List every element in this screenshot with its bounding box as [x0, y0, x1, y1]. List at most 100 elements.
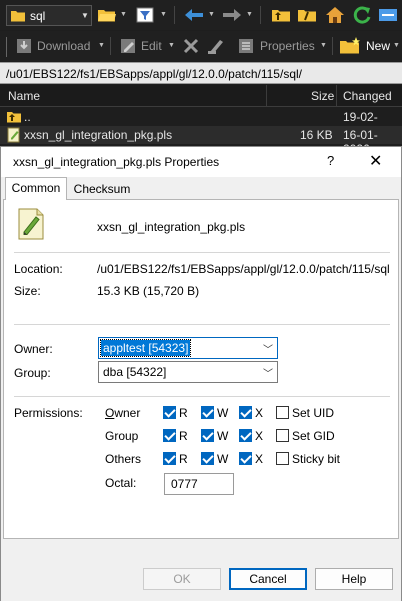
chevron-down-icon[interactable]: ▼	[320, 42, 327, 49]
chevron-down-icon: ▼	[81, 11, 89, 20]
download-button[interactable]: Download	[37, 39, 90, 53]
chevron-down-icon[interactable]: ▼	[120, 11, 127, 18]
rename-icon[interactable]	[206, 36, 228, 56]
main-toolbar: sql ▼ ▼ ▼ ▼ ▼	[0, 0, 402, 30]
tab-checksum[interactable]: Checksum	[71, 179, 133, 199]
location-label: Location:	[14, 262, 63, 276]
chevron-down-icon[interactable]: ﹀	[263, 341, 273, 356]
chevron-down-icon[interactable]: ▼	[246, 11, 253, 18]
sticky-bit-checkbox[interactable]	[276, 452, 289, 465]
read-label: R	[179, 429, 188, 443]
others-execute-checkbox[interactable]	[239, 452, 252, 465]
properties-icon[interactable]	[236, 36, 256, 56]
execute-label: X	[255, 452, 264, 466]
read-label: R	[179, 406, 188, 420]
size-label: Size:	[14, 284, 41, 298]
file-name-label: xxsn_gl_integration_pkg.pls	[97, 220, 246, 234]
chevron-down-icon[interactable]: ▼	[168, 42, 175, 49]
owner-value: appltest [54323]	[99, 339, 192, 357]
root-folder-icon[interactable]	[296, 5, 318, 25]
perm-owner-label: Owner	[105, 406, 141, 420]
sync-icon[interactable]	[376, 5, 400, 25]
cancel-button[interactable]: Cancel	[229, 568, 307, 590]
refresh-icon[interactable]	[350, 5, 374, 25]
file-row[interactable]: xxsn_gl_integration_pkg.pls 16 KB 16-01-…	[0, 126, 402, 156]
owner-read-checkbox[interactable]	[163, 406, 176, 419]
dialog-titlebar[interactable]: xxsn_gl_integration_pkg.pls Properties ?…	[1, 147, 401, 177]
others-read-checkbox[interactable]	[163, 452, 176, 465]
chevron-down-icon[interactable]: ▼	[160, 11, 167, 18]
write-label: W	[217, 429, 229, 443]
set-gid-checkbox[interactable]	[276, 429, 289, 442]
set-gid-label: Set GID	[292, 429, 335, 443]
group-select[interactable]: dba [54322] ﹀	[98, 361, 278, 383]
dialog-tabs: Common Checksum	[1, 177, 401, 200]
group-execute-checkbox[interactable]	[239, 429, 252, 442]
download-icon[interactable]	[14, 36, 34, 56]
folder-combo[interactable]: sql ▼	[6, 5, 92, 26]
file-row[interactable]: .. 19-02-2024	[0, 108, 402, 138]
file-list-header: Name Size Changed	[0, 85, 402, 107]
perm-group-label: Group	[105, 429, 139, 443]
others-write-checkbox[interactable]	[201, 452, 214, 465]
owner-label: Owner:	[14, 342, 53, 356]
edit-button[interactable]: Edit	[141, 39, 162, 53]
text-file-icon	[7, 127, 20, 143]
size-value: 15.3 KB (15,720 B)	[97, 284, 200, 298]
octal-input[interactable]: 0777	[164, 473, 234, 495]
properties-dialog: xxsn_gl_integration_pkg.pls Properties ?…	[0, 146, 402, 601]
owner-select[interactable]: appltest [54323] ﹀	[98, 337, 278, 359]
column-changed[interactable]: Changed	[343, 89, 392, 103]
tab-common[interactable]: Common	[5, 177, 67, 200]
delete-icon[interactable]	[180, 36, 202, 56]
folder-combo-value: sql	[30, 8, 46, 23]
chevron-down-icon[interactable]: ﹀	[263, 365, 273, 380]
help-button[interactable]: Help	[315, 568, 393, 590]
file-toolbar: Download ▼ Edit ▼ Properties ▼ New ▼	[0, 31, 402, 61]
column-name[interactable]: Name	[8, 89, 40, 103]
parent-directory-icon	[7, 112, 21, 123]
file-name: ..	[24, 110, 31, 124]
close-icon[interactable]: ✕	[369, 151, 382, 171]
perm-others-label: Others	[105, 452, 142, 466]
execute-label: X	[255, 406, 264, 420]
back-arrow-icon[interactable]	[182, 5, 206, 25]
group-read-checkbox[interactable]	[163, 429, 176, 442]
forward-arrow-icon[interactable]	[220, 5, 244, 25]
new-button[interactable]: New	[366, 39, 390, 53]
chevron-down-icon[interactable]: ▼	[393, 42, 400, 49]
open-folder-icon[interactable]	[96, 5, 118, 25]
folder-icon	[11, 11, 25, 22]
read-label: R	[179, 452, 188, 466]
dialog-footer: OK Cancel Help	[1, 541, 401, 601]
file-size: 16 KB	[300, 128, 333, 142]
text-file-icon	[18, 208, 44, 240]
address-bar[interactable]: /u01/EBS122/fs1/EBSapps/appl/gl/12.0.0/p…	[0, 62, 402, 84]
common-panel: xxsn_gl_integration_pkg.pls Location: /u…	[3, 199, 399, 539]
write-label: W	[217, 406, 229, 420]
dialog-title: xxsn_gl_integration_pkg.pls Properties	[13, 155, 220, 169]
sticky-bit-label: Sticky bit	[292, 452, 341, 466]
chevron-down-icon[interactable]: ▼	[208, 11, 215, 18]
edit-icon[interactable]	[118, 36, 138, 56]
column-size[interactable]: Size	[311, 89, 334, 103]
group-write-checkbox[interactable]	[201, 429, 214, 442]
execute-label: X	[255, 429, 264, 443]
group-label: Group:	[14, 366, 51, 380]
owner-execute-checkbox[interactable]	[239, 406, 252, 419]
set-uid-label: Set UID	[292, 406, 335, 420]
octal-label: Octal:	[105, 476, 137, 490]
group-value: dba [54322]	[103, 365, 167, 379]
file-name: xxsn_gl_integration_pkg.pls	[24, 128, 173, 142]
write-label: W	[217, 452, 229, 466]
owner-write-checkbox[interactable]	[201, 406, 214, 419]
chevron-down-icon[interactable]: ▼	[98, 42, 105, 49]
filter-icon[interactable]	[134, 5, 156, 25]
ok-button[interactable]: OK	[143, 568, 221, 590]
new-folder-icon[interactable]	[338, 36, 362, 56]
help-icon[interactable]: ?	[327, 153, 334, 168]
parent-folder-icon[interactable]	[270, 5, 292, 25]
home-icon[interactable]	[324, 5, 346, 25]
properties-button[interactable]: Properties	[260, 39, 315, 53]
set-uid-checkbox[interactable]	[276, 406, 289, 419]
